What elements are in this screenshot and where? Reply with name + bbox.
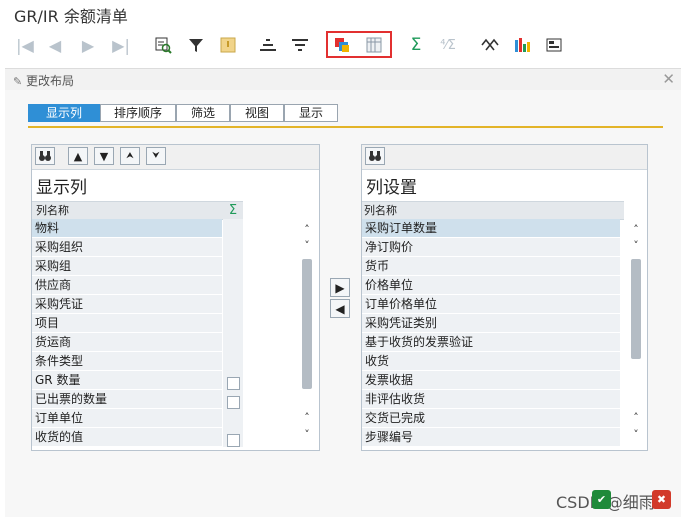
first-page-icon[interactable]: |◀	[14, 34, 36, 56]
list-item[interactable]: 价格单位	[362, 276, 620, 295]
right-toolbar	[362, 145, 647, 170]
list-item[interactable]: 采购组	[32, 257, 222, 276]
right-rows: 采购订单数量 净订购价 货币 价格单位 订单价格单位 采购凭证类别 基于收货的发…	[362, 219, 620, 447]
move-bottom-icon[interactable]: ⮟	[146, 147, 166, 165]
column-set-panel: 列设置 列名称 采购订单数量 净订购价 货币 价格单位 订单价格单位 采购凭证类…	[361, 144, 648, 451]
scroll-up-icon[interactable]: ˅	[299, 239, 315, 253]
list-item[interactable]: 订单单位	[32, 409, 222, 428]
sum-checkbox[interactable]	[227, 377, 240, 390]
scroll-thumb[interactable]	[302, 259, 312, 389]
list-item[interactable]: 条件类型	[32, 352, 222, 371]
list-item[interactable]: 发票收据	[362, 371, 620, 390]
sum-icon[interactable]: Σ	[405, 34, 427, 56]
list-item[interactable]: 项目	[32, 314, 222, 333]
find-binoculars-icon[interactable]	[35, 147, 55, 165]
sort-descending-icon[interactable]	[289, 34, 311, 56]
list-item[interactable]: 收货的值	[32, 428, 222, 447]
left-panel-title: 显示列	[36, 178, 87, 198]
list-item[interactable]: GR 数量	[32, 371, 222, 390]
tab-display[interactable]: 显示	[284, 104, 338, 122]
last-page-icon[interactable]: ▶|	[110, 34, 132, 56]
left-column-header: 列名称	[32, 201, 226, 220]
list-item[interactable]: 供应商	[32, 276, 222, 295]
layout-grid-icon[interactable]	[543, 34, 565, 56]
edit-icon: ✎	[13, 75, 23, 88]
scroll-up-icon[interactable]: ˄	[628, 411, 644, 425]
list-item[interactable]: 采购订单数量	[362, 219, 620, 238]
list-item[interactable]: 采购凭证	[32, 295, 222, 314]
left-rows: 物料 采购组织 采购组 供应商 采购凭证 项目 货运商 条件类型 GR 数量 已…	[32, 219, 222, 447]
sum-checkbox[interactable]	[227, 434, 240, 447]
sort-ascending-icon[interactable]	[257, 34, 279, 56]
view-switch-icon[interactable]	[479, 34, 501, 56]
tab-underline	[28, 126, 663, 128]
tab-bar: 显示列 排序顺序 筛选 视图 显示	[28, 104, 338, 122]
scroll-down-icon[interactable]: ˅	[628, 428, 644, 442]
sum-checkbox[interactable]	[227, 396, 240, 409]
list-item[interactable]: 物料	[32, 219, 222, 238]
displayed-columns-panel: ▲ ▼ ⮝ ⮟ 显示列 列名称 Σ 物料 采购组织 采购组 供应商 采购凭证 项…	[31, 144, 320, 451]
list-item[interactable]: 净订购价	[362, 238, 620, 257]
scroll-down-icon[interactable]: ˅	[299, 428, 315, 442]
list-item[interactable]: 订单价格单位	[362, 295, 620, 314]
right-panel-title: 列设置	[366, 178, 417, 198]
scroll-up-icon[interactable]: ˄	[299, 411, 315, 425]
scroll-up-icon[interactable]: ˄	[628, 223, 644, 237]
remove-column-button[interactable]: ◀	[330, 299, 350, 318]
right-column-header: 列名称	[362, 201, 624, 220]
sum-column-header: Σ	[223, 201, 243, 220]
filter-icon[interactable]	[185, 34, 207, 56]
export-icon[interactable]	[217, 34, 239, 56]
close-icon[interactable]: ✕	[662, 70, 675, 88]
find-icon[interactable]	[152, 34, 174, 56]
highlight-box	[326, 31, 392, 58]
list-item[interactable]: 收货	[362, 352, 620, 371]
tab-sort-order[interactable]: 排序顺序	[100, 104, 176, 122]
left-scrollbar[interactable]: ˄ ˅ ˄ ˅	[299, 219, 315, 447]
add-column-button[interactable]: ▶	[330, 278, 350, 297]
list-item[interactable]: 基于收货的发票验证	[362, 333, 620, 352]
list-item[interactable]: 步骤编号	[362, 428, 620, 447]
left-toolbar: ▲ ▼ ⮝ ⮟	[32, 145, 319, 170]
right-scrollbar[interactable]: ˄ ˅ ˄ ˅	[628, 219, 644, 447]
sum-column	[223, 219, 243, 447]
move-up-icon[interactable]: ▲	[68, 147, 88, 165]
list-item[interactable]: 货运商	[32, 333, 222, 352]
tab-display-columns[interactable]: 显示列	[28, 104, 100, 122]
next-page-icon[interactable]: ▶	[77, 34, 99, 56]
tab-view[interactable]: 视图	[230, 104, 284, 122]
chart-icon[interactable]	[511, 34, 533, 56]
find-binoculars-icon[interactable]	[365, 147, 385, 165]
list-item[interactable]: 非评估收货	[362, 390, 620, 409]
scroll-up-icon[interactable]: ˄	[299, 223, 315, 237]
cancel-icon[interactable]: ✖	[652, 490, 671, 509]
list-item[interactable]: 采购凭证类别	[362, 314, 620, 333]
dialog-title: 更改布局	[26, 74, 75, 88]
subtotal-icon[interactable]: ⁴⁄Σ	[437, 34, 459, 56]
list-item[interactable]: 货币	[362, 257, 620, 276]
scroll-down-icon[interactable]: ˅	[628, 239, 644, 253]
scroll-thumb[interactable]	[631, 259, 641, 359]
list-item[interactable]: 交货已完成	[362, 409, 620, 428]
list-item[interactable]: 已出票的数量	[32, 390, 222, 409]
dialog-titlebar: ✎ 更改布局 ✕	[5, 68, 681, 91]
window-title: GR/IR 余额清单	[14, 7, 128, 26]
move-top-icon[interactable]: ⮝	[120, 147, 140, 165]
confirm-icon[interactable]: ✔	[592, 490, 611, 509]
list-item[interactable]: 采购组织	[32, 238, 222, 257]
previous-page-icon[interactable]: ◀	[44, 34, 66, 56]
move-down-icon[interactable]: ▼	[94, 147, 114, 165]
tab-filter[interactable]: 筛选	[176, 104, 230, 122]
